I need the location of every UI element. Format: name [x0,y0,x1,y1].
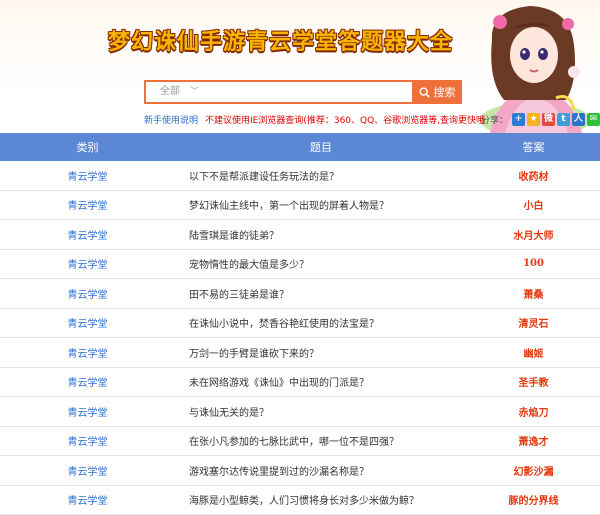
row-answer: 幻影沙漏 [467,455,600,486]
row-answer: 小白 [467,190,600,220]
weibo-icon[interactable]: 微 [542,113,556,126]
row-question: 未在网络游戏《诛仙》中出现的门派是？ [175,367,467,397]
row-question: 梦幻诛仙主线中，第一个出现的屏着人物是？ [175,190,467,220]
column-header-question: 题目 [310,141,332,154]
row-category[interactable]: 青云学堂 [0,426,175,456]
browser-notice: 不建议使用IE浏览器查询(推荐：360、QQ、谷歌浏览器等,查询更快哦 [205,116,486,126]
row-question: 海豚是小型鲸类，人们习惯将身长对多少米做为鲸？ [175,485,467,515]
tencent-weibo-icon[interactable]: t [557,113,571,126]
row-question: 陆雪琪是谁的徒弟？ [175,219,467,250]
table-row: 青云学堂 游戏塞尔达传说里提到过的沙漏名称是？ 幻影沙漏 [0,455,600,486]
share-label: 分享： [481,116,509,126]
row-question: 以下不是帮派建设任务玩法的是？ [175,161,467,191]
chevron-down-icon: ﹀ [190,87,200,97]
row-answer: 萧桑 [467,278,600,309]
search-bar: 全部 ﹀ 搜索 [144,80,462,104]
search-input[interactable] [240,82,412,102]
search-icon [418,86,430,98]
search-category-select[interactable]: 全部 ﹀ [146,82,240,102]
qzone-icon[interactable]: ★ [527,113,541,126]
page-title: 梦幻诛仙手游青云学堂答题器大全 [108,30,454,55]
renren-icon[interactable]: 人 [572,113,586,126]
row-category[interactable]: 青云学堂 [0,455,175,486]
table-row: 青云学堂 海豚是小型鲸类，人们习惯将身长对多少米做为鲸？ 豚的分界线 [0,485,600,515]
row-question: 游戏塞尔达传说里提到过的沙漏名称是？ [175,455,467,486]
row-answer: 水月大师 [467,219,600,250]
row-question: 在张小凡参加的七脉比武中，哪一位不是四强？ [175,426,467,456]
row-question: 田不易的三徒弟是谁？ [175,278,467,309]
row-answer: 赤焰刀 [467,396,600,427]
table-row: 青云学堂 梦幻诛仙主线中，第一个出现的屏着人物是？ 小白 [0,190,600,220]
wechat-icon[interactable]: ✉ [587,113,600,126]
search-button-label: 搜索 [433,86,456,99]
row-answer: 幽姬 [467,337,600,368]
row-category[interactable]: 青云学堂 [0,367,175,397]
row-question: 与诛仙无关的是？ [175,396,467,427]
row-answer: 清灵石 [467,308,600,338]
row-category[interactable]: 青云学堂 [0,308,175,338]
table-row: 青云学堂 与诛仙无关的是？ 赤焰刀 [0,396,600,427]
table-row: 青云学堂 未在网络游戏《诛仙》中出现的门派是？ 圣手教 [0,367,600,397]
table-row: 青云学堂 陆雪琪是谁的徒弟？ 水月大师 [0,219,600,250]
column-header-category: 类别 [76,141,99,154]
row-answer: 萧逸才 [467,426,600,456]
table-row: 青云学堂 在张小凡参加的七脉比武中，哪一位不是四强？ 萧逸才 [0,426,600,456]
row-category[interactable]: 青云学堂 [0,396,175,427]
row-category[interactable]: 青云学堂 [0,249,175,279]
row-answer: 豚的分界线 [467,485,600,515]
row-question: 万剑一的手臂是谁砍下来的？ [175,337,467,368]
table-row: 青云学堂 田不易的三徒弟是谁？ 萧桑 [0,278,600,309]
row-category[interactable]: 青云学堂 [0,161,175,191]
table-row: 青云学堂 在诛仙小说中，焚香谷艳红使用的法宝是？ 清灵石 [0,308,600,338]
help-link[interactable]: 新手使用说明 [144,113,198,126]
row-answer: 收药材 [467,161,600,191]
row-category[interactable]: 青云学堂 [0,190,175,220]
column-header-answer: 答案 [522,141,545,154]
row-category[interactable]: 青云学堂 [0,219,175,250]
row-category[interactable]: 青云学堂 [0,337,175,368]
table-row: 青云学堂 万剑一的手臂是谁砍下来的？ 幽姬 [0,337,600,368]
table-header-row: 类别 题目 答案 [0,133,600,161]
share-bar: 分享： + ★ 微 t 人 ✉ [481,113,600,126]
share-plus-icon[interactable]: + [512,113,526,126]
row-question: 在诛仙小说中，焚香谷艳红使用的法宝是？ [175,308,467,338]
table-row: 青云学堂 宠物惰性的最大值是多少？ 100 [0,249,600,279]
question-table: 类别 题目 答案 青云学堂 以下不是帮派建设任务玩法的是？ 收药材 青云学堂 梦幻诛仙… [0,133,600,515]
table-row: 青云学堂 以下不是帮派建设任务玩法的是？ 收药材 [0,161,600,191]
search-button[interactable]: 搜索 [412,80,462,104]
row-answer: 圣手教 [467,367,600,397]
row-category[interactable]: 青云学堂 [0,485,175,515]
search-category-label: 全部 [160,86,180,97]
row-question: 宠物惰性的最大值是多少？ [175,249,467,279]
row-answer: 100 [467,249,600,279]
page-header: 梦幻诛仙手游青云学堂答题器大全 全部 ﹀ 搜索 新手使用说明 不建议使用IE浏览… [0,0,600,133]
row-category[interactable]: 青云学堂 [0,278,175,309]
